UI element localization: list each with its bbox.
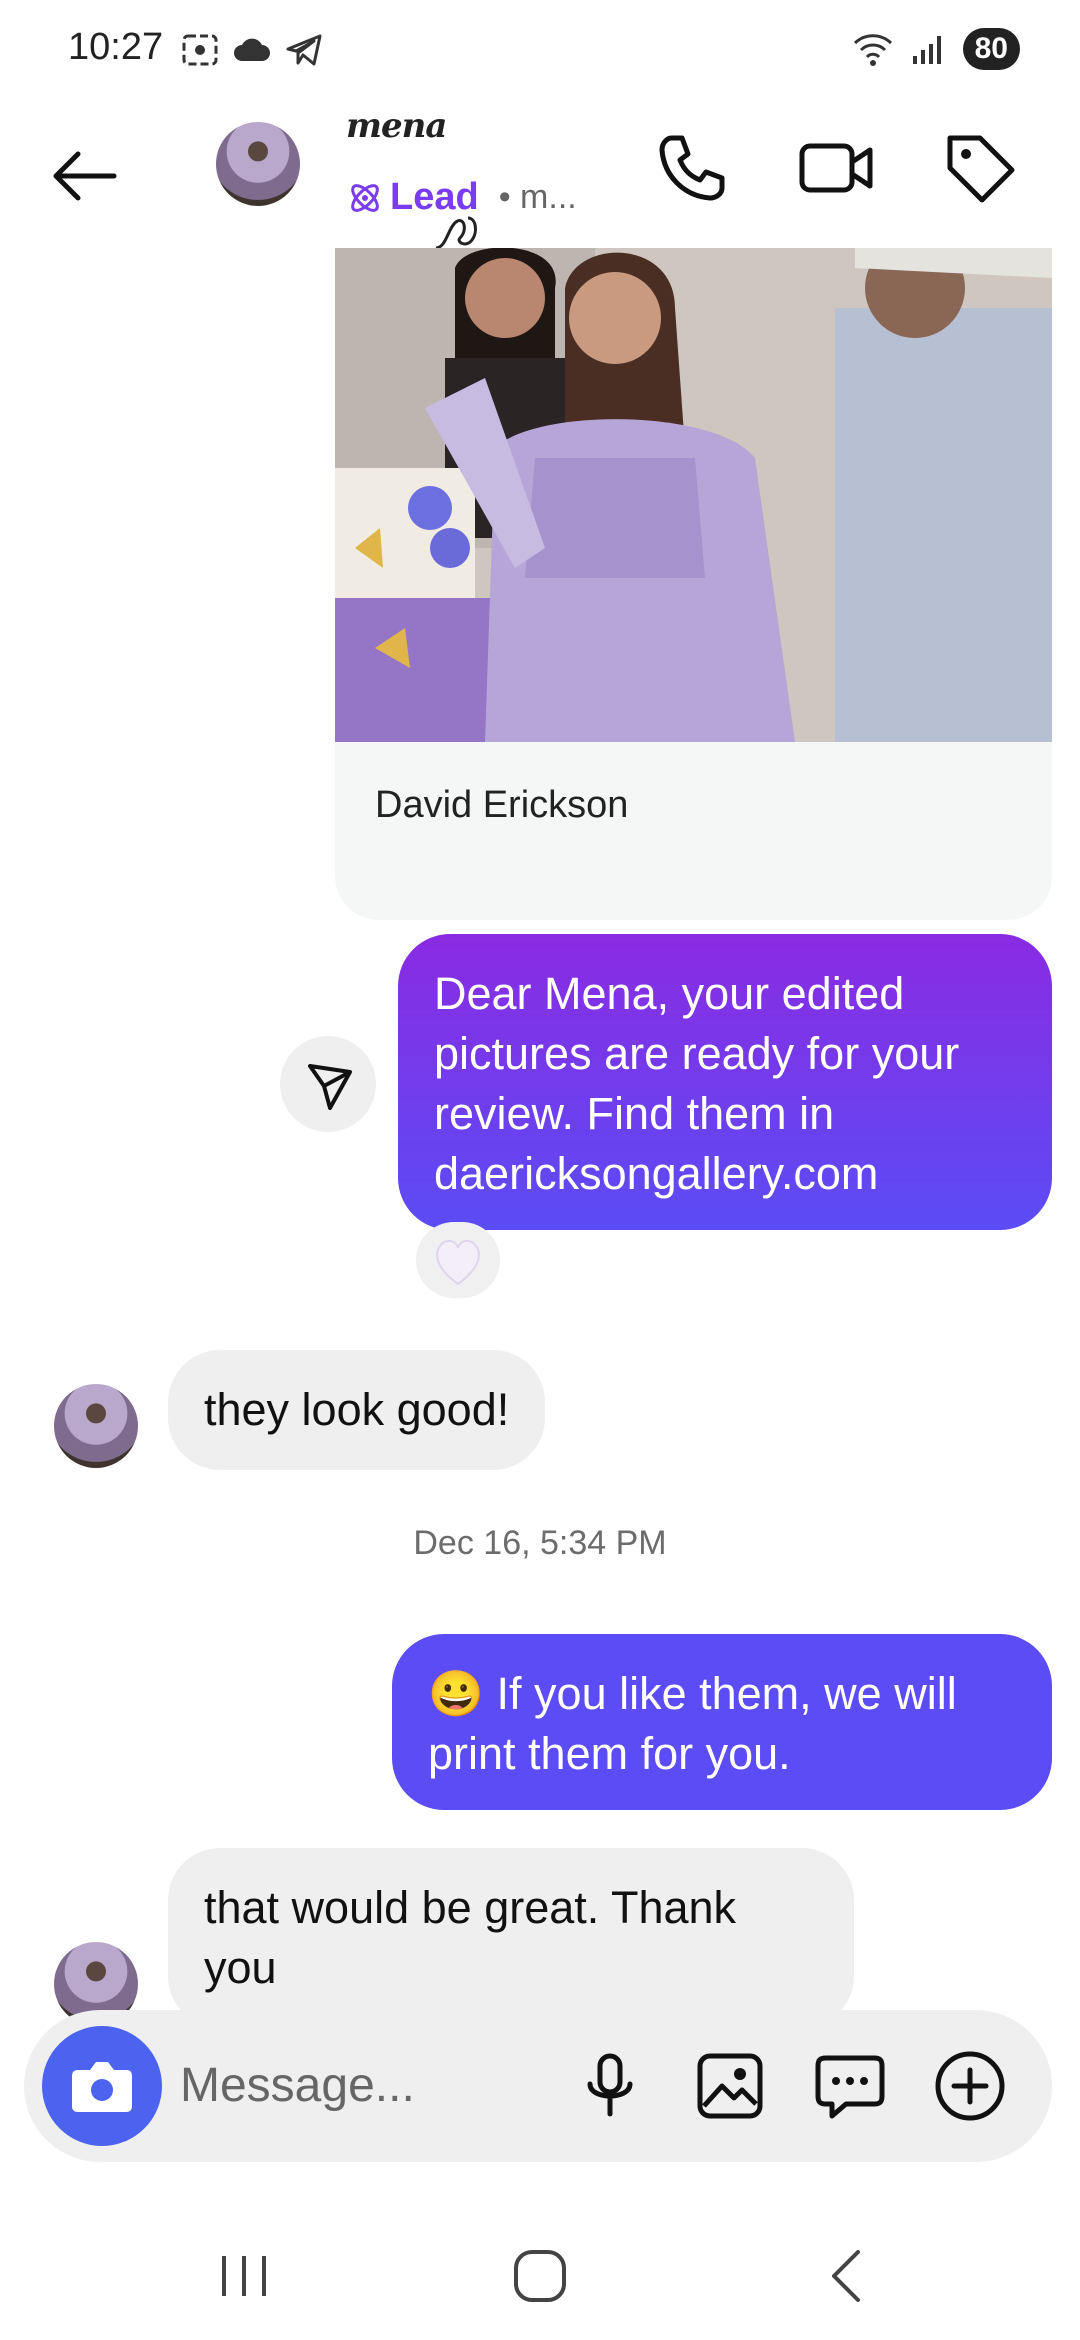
status-system-icons: 80 xyxy=(851,28,1020,70)
contact-avatar[interactable] xyxy=(216,122,300,206)
telegram-icon xyxy=(286,34,322,66)
photo-illustration xyxy=(335,248,1052,742)
home-icon[interactable] xyxy=(500,2236,580,2316)
phone-call-icon[interactable] xyxy=(652,128,732,208)
sticker-chat-icon[interactable] xyxy=(810,2046,890,2126)
camera-button[interactable] xyxy=(42,2026,162,2146)
share-button[interactable] xyxy=(280,1036,376,1132)
tag-icon[interactable] xyxy=(940,128,1020,208)
send-icon xyxy=(308,1064,352,1110)
camera-icon xyxy=(72,2062,132,2112)
atom-icon xyxy=(351,183,379,212)
back-arrow-icon[interactable] xyxy=(48,140,120,212)
message-text: that would be great. Thank you xyxy=(204,1882,737,1993)
lead-label: Lead xyxy=(390,176,479,218)
wifi-icon xyxy=(853,34,892,66)
nav-back-icon[interactable] xyxy=(808,2236,888,2316)
message-text: Dear Mena, your edited pictures are read… xyxy=(434,968,960,1199)
incoming-message[interactable]: they look good! xyxy=(168,1350,546,1470)
screenshot-icon xyxy=(182,34,218,66)
heart-icon xyxy=(436,1240,480,1286)
contact-subtitle: • m... xyxy=(498,178,577,216)
shared-photo-card[interactable]: David Erickson xyxy=(335,248,1052,920)
message-timestamp: Dec 16, 5:34 PM xyxy=(413,1524,667,1562)
battery-indicator: 80 xyxy=(962,28,1020,70)
message-composer xyxy=(24,2010,1052,2162)
system-navigation-bar xyxy=(0,2210,1080,2340)
gallery-icon[interactable] xyxy=(690,2046,770,2126)
lead-tag-row[interactable]: Lead • m... xyxy=(346,176,577,219)
message-input[interactable] xyxy=(178,2050,558,2120)
video-call-icon[interactable] xyxy=(796,128,876,208)
microphone-icon[interactable] xyxy=(570,2046,650,2126)
signal-icon xyxy=(912,36,941,64)
outgoing-message[interactable]: Dear Mena, your edited pictures are read… xyxy=(398,934,1052,1230)
message-text: If you like them, we will print them for… xyxy=(428,1668,957,1779)
contact-brand-logo[interactable]: mena xyxy=(346,106,447,146)
status-bar: 10:27 80 xyxy=(0,0,1080,100)
recent-apps-icon[interactable] xyxy=(204,2236,284,2316)
message-text: they look good! xyxy=(204,1384,510,1435)
chat-header: mena Lead • m... xyxy=(0,100,1080,250)
emoji-smile-icon: 😀 xyxy=(428,1668,485,1719)
status-time: 10:27 xyxy=(68,26,164,68)
shared-photo[interactable] xyxy=(335,248,1052,742)
add-circle-icon[interactable] xyxy=(930,2046,1010,2126)
outgoing-message[interactable]: 😀 If you like them, we will print them f… xyxy=(392,1634,1052,1810)
photo-card-name: David Erickson xyxy=(375,784,629,826)
incoming-message[interactable]: that would be great. Thank you xyxy=(168,1848,854,2028)
cloud-icon xyxy=(234,38,270,61)
heart-reaction[interactable] xyxy=(416,1222,500,1298)
contact-avatar-small[interactable] xyxy=(54,1384,138,1468)
status-notification-icons xyxy=(180,30,324,70)
